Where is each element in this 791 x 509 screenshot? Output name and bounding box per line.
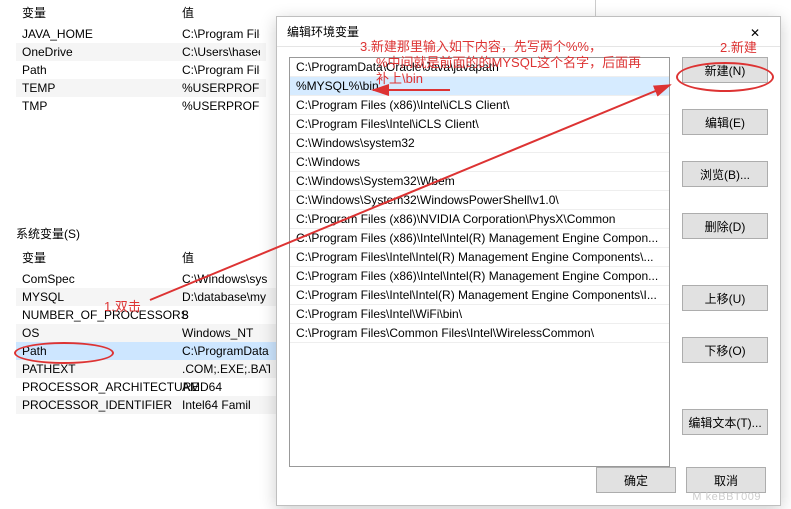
- var-value: C:\ProgramData: [182, 344, 270, 358]
- browse-button[interactable]: 浏览(B)...: [682, 161, 768, 187]
- list-item[interactable]: C:\Program Files\Intel\Intel(R) Manageme…: [290, 248, 669, 267]
- var-value: AMD64: [182, 380, 270, 394]
- var-name: Path: [22, 63, 182, 77]
- move-up-button[interactable]: 上移(U): [682, 285, 768, 311]
- list-item[interactable]: C:\ProgramData\Oracle\Java\javapath: [290, 58, 669, 77]
- table-row[interactable]: NUMBER_OF_PROCESSORS8: [16, 306, 276, 324]
- var-name: TMP: [22, 99, 182, 113]
- list-item[interactable]: C:\Program Files\Intel\iCLS Client\: [290, 115, 669, 134]
- var-name: PROCESSOR_IDENTIFIER: [22, 398, 182, 412]
- var-value: %USERPROFILE%: [182, 99, 260, 113]
- watermark: M keBBT009: [692, 491, 761, 503]
- var-name: MYSQL: [22, 290, 182, 304]
- table-row[interactable]: ComSpecC:\Windows\sys: [16, 270, 276, 288]
- list-item[interactable]: C:\Windows\System32\Wbem: [290, 172, 669, 191]
- list-item[interactable]: C:\Program Files (x86)\Intel\Intel(R) Ma…: [290, 267, 669, 286]
- var-name: TEMP: [22, 81, 182, 95]
- col-header-value: 值: [182, 249, 270, 266]
- table-row[interactable]: JAVA_HOMEC:\Program File: [16, 25, 266, 43]
- col-header-var: 变量: [22, 249, 182, 266]
- var-value: C:\Program Files: [182, 63, 260, 77]
- list-item[interactable]: C:\Program Files\Common Files\Intel\Wire…: [290, 324, 669, 343]
- var-name: JAVA_HOME: [22, 27, 182, 41]
- list-item[interactable]: C:\Program Files (x86)\Intel\Intel(R) Ma…: [290, 229, 669, 248]
- list-item[interactable]: C:\Program Files\Intel\Intel(R) Manageme…: [290, 286, 669, 305]
- edit-env-var-dialog: 编辑环境变量 ✕ C:\ProgramData\Oracle\Java\java…: [276, 16, 781, 506]
- ok-button[interactable]: 确定: [596, 467, 676, 493]
- table-row[interactable]: MYSQLD:\database\my: [16, 288, 276, 306]
- list-item[interactable]: %MYSQL%\bin: [290, 77, 669, 96]
- var-value: C:\Program File: [182, 27, 260, 41]
- close-button[interactable]: ✕: [740, 24, 770, 40]
- var-value: C:\Users\hasee\: [182, 45, 260, 59]
- table-row[interactable]: OneDriveC:\Users\hasee\: [16, 43, 266, 61]
- close-icon: ✕: [750, 26, 760, 40]
- var-value: %USERPROFILE%: [182, 81, 260, 95]
- system-vars-header: 变量 值: [16, 245, 276, 270]
- list-item[interactable]: C:\Program Files\Intel\WiFi\bin\: [290, 305, 669, 324]
- system-vars-table: 变量 值 ComSpecC:\Windows\sys MYSQLD:\datab…: [16, 245, 276, 414]
- var-value: 8: [182, 308, 270, 322]
- table-row[interactable]: PROCESSOR_ARCHITECTUREAMD64: [16, 378, 276, 396]
- dialog-button-column: 新建(N) 编辑(E) 浏览(B)... 删除(D) 上移(U) 下移(O) 编…: [682, 57, 768, 467]
- var-name: OneDrive: [22, 45, 182, 59]
- var-value: C:\Windows\sys: [182, 272, 270, 286]
- dialog-title: 编辑环境变量: [287, 23, 740, 40]
- var-value: Windows_NT: [182, 326, 270, 340]
- var-name: PROCESSOR_ARCHITECTURE: [22, 380, 182, 394]
- table-row[interactable]: TEMP%USERPROFILE%: [16, 79, 266, 97]
- col-header-var: 变量: [22, 4, 182, 21]
- edit-button[interactable]: 编辑(E): [682, 109, 768, 135]
- move-down-button[interactable]: 下移(O): [682, 337, 768, 363]
- cancel-button[interactable]: 取消: [686, 467, 766, 493]
- var-name: ComSpec: [22, 272, 182, 286]
- table-row[interactable]: TMP%USERPROFILE%: [16, 97, 266, 115]
- var-value: .COM;.EXE;.BAT: [182, 362, 270, 376]
- edit-text-button[interactable]: 编辑文本(T)...: [682, 409, 768, 435]
- var-name: NUMBER_OF_PROCESSORS: [22, 308, 182, 322]
- new-button[interactable]: 新建(N): [682, 57, 768, 83]
- delete-button[interactable]: 删除(D): [682, 213, 768, 239]
- var-value: D:\database\my: [182, 290, 270, 304]
- list-item[interactable]: C:\Program Files (x86)\NVIDIA Corporatio…: [290, 210, 669, 229]
- var-name: OS: [22, 326, 182, 340]
- list-item[interactable]: C:\Windows\System32\WindowsPowerShell\v1…: [290, 191, 669, 210]
- user-vars-table: 变量 值 JAVA_HOMEC:\Program File OneDriveC:…: [16, 0, 266, 115]
- user-vars-header: 变量 值: [16, 0, 266, 25]
- col-header-value: 值: [182, 4, 260, 21]
- var-name: Path: [22, 344, 182, 358]
- list-item[interactable]: C:\Windows: [290, 153, 669, 172]
- table-row[interactable]: OSWindows_NT: [16, 324, 276, 342]
- list-item[interactable]: C:\Program Files (x86)\Intel\iCLS Client…: [290, 96, 669, 115]
- path-list[interactable]: C:\ProgramData\Oracle\Java\javapath %MYS…: [289, 57, 670, 467]
- var-value: Intel64 Famil: [182, 398, 270, 412]
- table-row[interactable]: PROCESSOR_IDENTIFIERIntel64 Famil: [16, 396, 276, 414]
- var-name: PATHEXT: [22, 362, 182, 376]
- table-row-path[interactable]: PathC:\ProgramData: [16, 342, 276, 360]
- system-vars-label: 系统变量(S): [16, 225, 80, 242]
- dialog-titlebar[interactable]: 编辑环境变量 ✕: [277, 17, 780, 47]
- list-item[interactable]: C:\Windows\system32: [290, 134, 669, 153]
- table-row[interactable]: PathC:\Program Files: [16, 61, 266, 79]
- table-row[interactable]: PATHEXT.COM;.EXE;.BAT: [16, 360, 276, 378]
